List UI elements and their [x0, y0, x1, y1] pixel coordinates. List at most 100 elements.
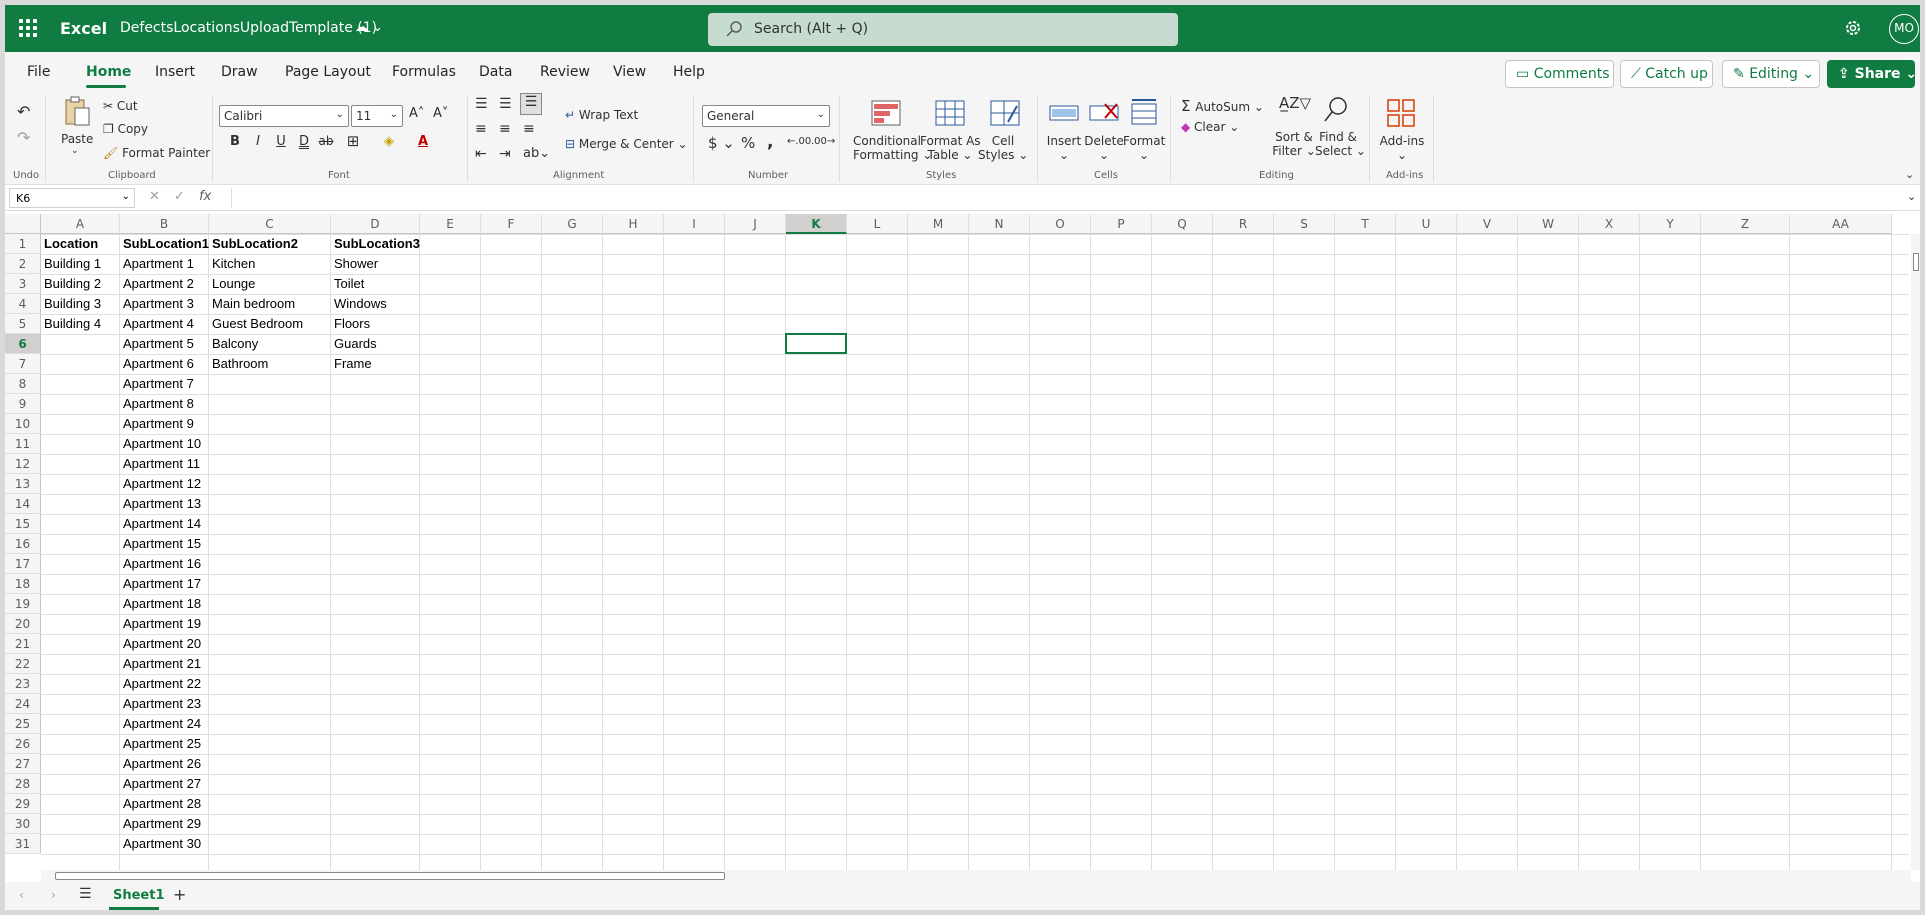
cell-c6[interactable]: Balcony: [209, 334, 331, 354]
column-header-v[interactable]: V: [1457, 214, 1518, 234]
percent-icon[interactable]: %: [741, 134, 755, 152]
cell-c5[interactable]: Guest Bedroom: [209, 314, 331, 334]
merge-center-button[interactable]: ⊟ Merge & Center ⌄: [565, 137, 688, 151]
vertical-scroll-thumb[interactable]: [1913, 253, 1919, 271]
cell-b17[interactable]: Apartment 16: [120, 554, 209, 574]
tab-draw[interactable]: Draw: [221, 64, 258, 80]
enter-check-icon[interactable]: ✓: [174, 189, 185, 204]
align-top-icon[interactable]: ☰: [475, 96, 488, 112]
selected-cell-outline[interactable]: [785, 333, 847, 354]
row-header-25[interactable]: 25: [5, 714, 41, 734]
cell-b29[interactable]: Apartment 28: [120, 794, 209, 814]
cell-d4[interactable]: Windows: [331, 294, 420, 314]
cell-d1[interactable]: SubLocation3: [331, 234, 420, 254]
row-header-4[interactable]: 4: [5, 294, 41, 314]
cell-b13[interactable]: Apartment 12: [120, 474, 209, 494]
cell-d7[interactable]: Frame: [331, 354, 420, 374]
cell-a3[interactable]: Building 2: [41, 274, 120, 294]
align-bottom-icon[interactable]: ☰: [520, 93, 542, 115]
horizontal-scrollbar[interactable]: [41, 870, 1911, 882]
find-select-button[interactable]: Find & Select ⌄: [1315, 130, 1366, 158]
comma-style-icon[interactable]: ,: [767, 132, 773, 152]
editing-mode-button[interactable]: ✎ Editing ⌄: [1722, 60, 1820, 88]
row-header-18[interactable]: 18: [5, 574, 41, 594]
column-header-n[interactable]: N: [969, 214, 1030, 234]
cell-b11[interactable]: Apartment 10: [120, 434, 209, 454]
cell-a1[interactable]: Location: [41, 234, 120, 254]
cell-c4[interactable]: Main bedroom: [209, 294, 331, 314]
cell-b25[interactable]: Apartment 24: [120, 714, 209, 734]
expand-formula-bar-icon[interactable]: ⌄: [1907, 190, 1916, 203]
row-header-9[interactable]: 9: [5, 394, 41, 414]
cell-d2[interactable]: Shower: [331, 254, 420, 274]
row-header-14[interactable]: 14: [5, 494, 41, 514]
cell-b5[interactable]: Apartment 4: [120, 314, 209, 334]
copy-button[interactable]: ❐ Copy: [103, 122, 148, 136]
format-painter-button[interactable]: 🖌 Format Painter: [103, 146, 210, 160]
insert-cells-icon[interactable]: [1049, 100, 1079, 126]
number-format-select[interactable]: General ⌄: [702, 105, 830, 127]
cell-a5[interactable]: Building 4: [41, 314, 120, 334]
row-header-22[interactable]: 22: [5, 654, 41, 674]
cell-b8[interactable]: Apartment 7: [120, 374, 209, 394]
settings-gear-icon[interactable]: [1843, 18, 1863, 38]
cell-d3[interactable]: Toilet: [331, 274, 420, 294]
column-header-e[interactable]: E: [420, 214, 481, 234]
cell-b27[interactable]: Apartment 26: [120, 754, 209, 774]
column-header-u[interactable]: U: [1396, 214, 1457, 234]
row-header-23[interactable]: 23: [5, 674, 41, 694]
paste-button[interactable]: Paste: [61, 132, 93, 146]
column-header-s[interactable]: S: [1274, 214, 1335, 234]
cell-b4[interactable]: Apartment 3: [120, 294, 209, 314]
row-header-16[interactable]: 16: [5, 534, 41, 554]
tab-insert[interactable]: Insert: [155, 64, 195, 80]
column-header-q[interactable]: Q: [1152, 214, 1213, 234]
catch-up-button[interactable]: ⟋ Catch up: [1620, 60, 1713, 88]
cell-b28[interactable]: Apartment 27: [120, 774, 209, 794]
cell-c2[interactable]: Kitchen: [209, 254, 331, 274]
column-header-a[interactable]: A: [41, 214, 120, 234]
redo-icon[interactable]: ↷: [17, 128, 30, 147]
cell-b7[interactable]: Apartment 6: [120, 354, 209, 374]
cell-b23[interactable]: Apartment 22: [120, 674, 209, 694]
align-center-icon[interactable]: ≡: [499, 121, 511, 137]
cell-b26[interactable]: Apartment 25: [120, 734, 209, 754]
cell-c7[interactable]: Bathroom: [209, 354, 331, 374]
horizontal-scroll-thumb[interactable]: [55, 872, 725, 880]
column-header-k[interactable]: K: [786, 214, 847, 234]
column-header-f[interactable]: F: [481, 214, 542, 234]
decrease-decimal-icon[interactable]: .00→: [811, 136, 835, 147]
column-header-i[interactable]: I: [664, 214, 725, 234]
cancel-icon[interactable]: ✕: [149, 189, 160, 204]
select-all-corner[interactable]: [5, 214, 41, 234]
increase-decimal-icon[interactable]: ←.00: [787, 136, 811, 147]
font-size-select[interactable]: 11 ⌄: [351, 105, 403, 127]
tab-review[interactable]: Review: [540, 64, 590, 80]
row-header-20[interactable]: 20: [5, 614, 41, 634]
increase-font-size-icon[interactable]: A˄: [409, 106, 424, 121]
cell-b12[interactable]: Apartment 11: [120, 454, 209, 474]
cell-c3[interactable]: Lounge: [209, 274, 331, 294]
cell-styles-button[interactable]: Cell Styles ⌄: [978, 134, 1028, 162]
column-header-m[interactable]: M: [908, 214, 969, 234]
chevron-down-icon[interactable]: ⌄: [71, 146, 79, 156]
comments-button[interactable]: ▭ Comments: [1505, 60, 1614, 88]
row-header-11[interactable]: 11: [5, 434, 41, 454]
tab-formulas[interactable]: Formulas: [392, 64, 456, 80]
cell-styles-icon[interactable]: [990, 100, 1020, 126]
row-header-13[interactable]: 13: [5, 474, 41, 494]
currency-icon[interactable]: $ ⌄: [708, 134, 735, 152]
tab-view[interactable]: View: [613, 64, 646, 80]
vertical-scrollbar[interactable]: [1911, 234, 1920, 870]
cut-button[interactable]: ✂ Cut: [103, 99, 138, 113]
autosum-button[interactable]: Σ AutoSum ⌄: [1181, 97, 1264, 115]
find-magnifier-icon[interactable]: [1323, 96, 1349, 124]
align-right-icon[interactable]: ≡: [523, 121, 535, 137]
insert-button[interactable]: Insert ⌄: [1043, 134, 1085, 162]
column-header-x[interactable]: X: [1579, 214, 1640, 234]
row-header-27[interactable]: 27: [5, 754, 41, 774]
clear-button[interactable]: ◆ Clear ⌄: [1181, 120, 1239, 134]
conditional-formatting-button[interactable]: Conditional Formatting ⌄: [853, 134, 932, 162]
row-header-30[interactable]: 30: [5, 814, 41, 834]
column-header-l[interactable]: L: [847, 214, 908, 234]
